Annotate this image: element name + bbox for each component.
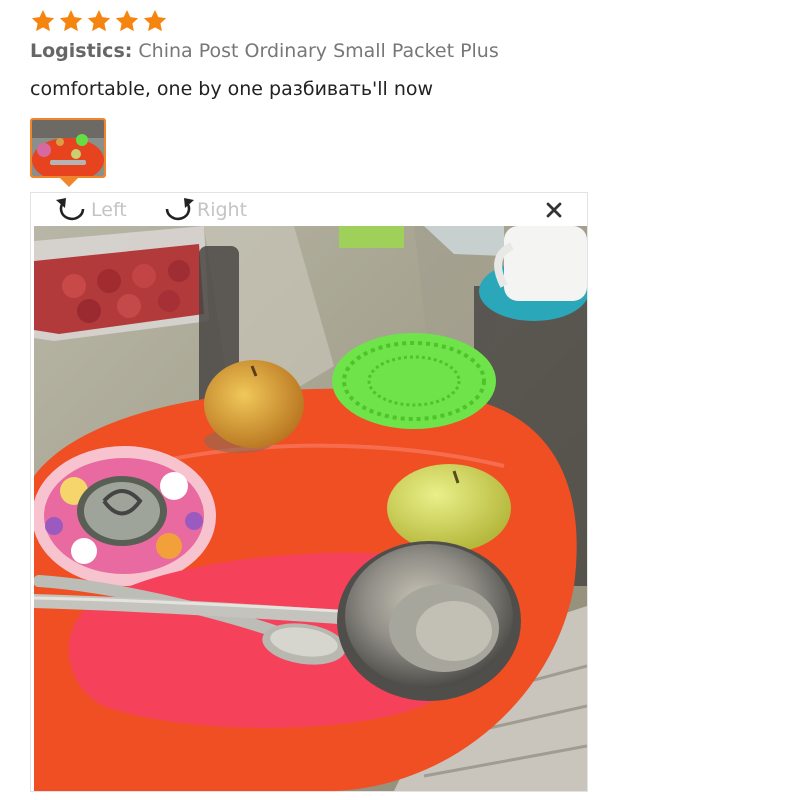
review-comment: comfortable, one by one разбивать'll now: [30, 78, 434, 100]
photo-illustration: [34, 226, 587, 791]
thumbnail-image: [32, 120, 104, 176]
rotate-right-button[interactable]: Right: [159, 195, 247, 225]
review-photo-thumbnail[interactable]: [30, 118, 106, 178]
logistics-label: Logistics:: [30, 40, 133, 62]
logistics-info: Logistics: China Post Ordinary Small Pac…: [30, 40, 499, 62]
rotate-right-icon: [165, 198, 194, 221]
rating-stars: [30, 8, 168, 34]
photo-viewer: Left Right: [30, 192, 588, 792]
thumbnail-pointer: [60, 178, 78, 187]
rotate-right-label: Right: [197, 199, 248, 221]
viewer-toolbar: Left Right: [31, 193, 587, 225]
star-icon: [58, 8, 84, 34]
star-icon: [114, 8, 140, 34]
star-icon: [142, 8, 168, 34]
rotate-left-icon: [56, 198, 85, 221]
rotate-left-label: Left: [91, 199, 127, 221]
star-icon: [86, 8, 112, 34]
close-icon: [546, 202, 562, 218]
star-icon: [30, 8, 56, 34]
close-button[interactable]: [543, 199, 565, 221]
logistics-value: China Post Ordinary Small Packet Plus: [138, 40, 499, 62]
review-photo: [34, 226, 587, 791]
rotate-left-button[interactable]: Left: [53, 195, 127, 225]
